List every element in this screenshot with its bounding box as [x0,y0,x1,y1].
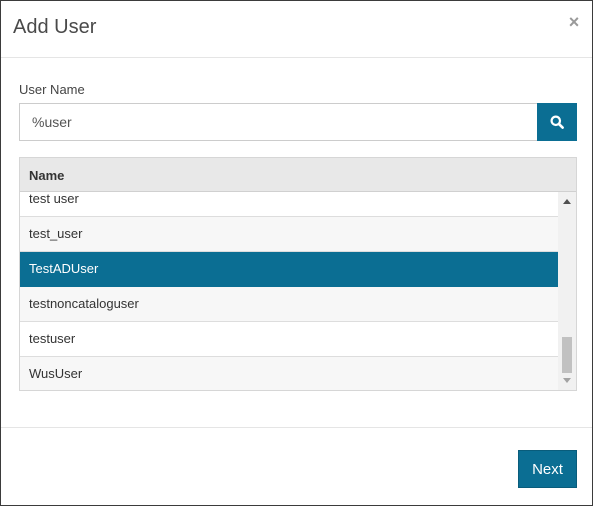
users-grid: Name test user test_user TestADUser testnon… [19,157,577,391]
dialog-footer: Next [1,427,592,506]
dialog-title: Add User [13,16,97,38]
grid-header: Name [20,158,576,192]
table-row[interactable]: testuser [20,322,558,357]
user-name-search-input[interactable] [19,103,538,141]
search-icon [550,115,564,129]
grid-scrollbar[interactable] [558,192,576,390]
table-row[interactable]: WusUser [20,357,558,390]
scroll-down-arrow-icon[interactable] [563,378,571,383]
name-column-header[interactable]: Name [29,168,64,183]
grid-rows: test user test_user TestADUser testnoncatal… [20,192,558,390]
dialog-header: Add User × [1,1,592,58]
user-name-label: User Name [19,82,85,97]
table-row[interactable]: testnoncataloguser [20,287,558,322]
table-row[interactable]: test_user [20,217,558,252]
table-row[interactable]: TestADUser [20,252,558,287]
scroll-up-arrow-icon[interactable] [563,199,571,204]
scroll-thumb[interactable] [562,337,572,373]
grid-body: test user test_user TestADUser testnoncatal… [20,192,558,390]
add-user-dialog: Add User × User Name Name test usertest_… [0,0,593,506]
close-button[interactable]: × [567,13,581,31]
next-button[interactable]: Next [518,450,577,488]
table-row[interactable]: test user [20,192,558,217]
search-button[interactable] [537,103,577,141]
